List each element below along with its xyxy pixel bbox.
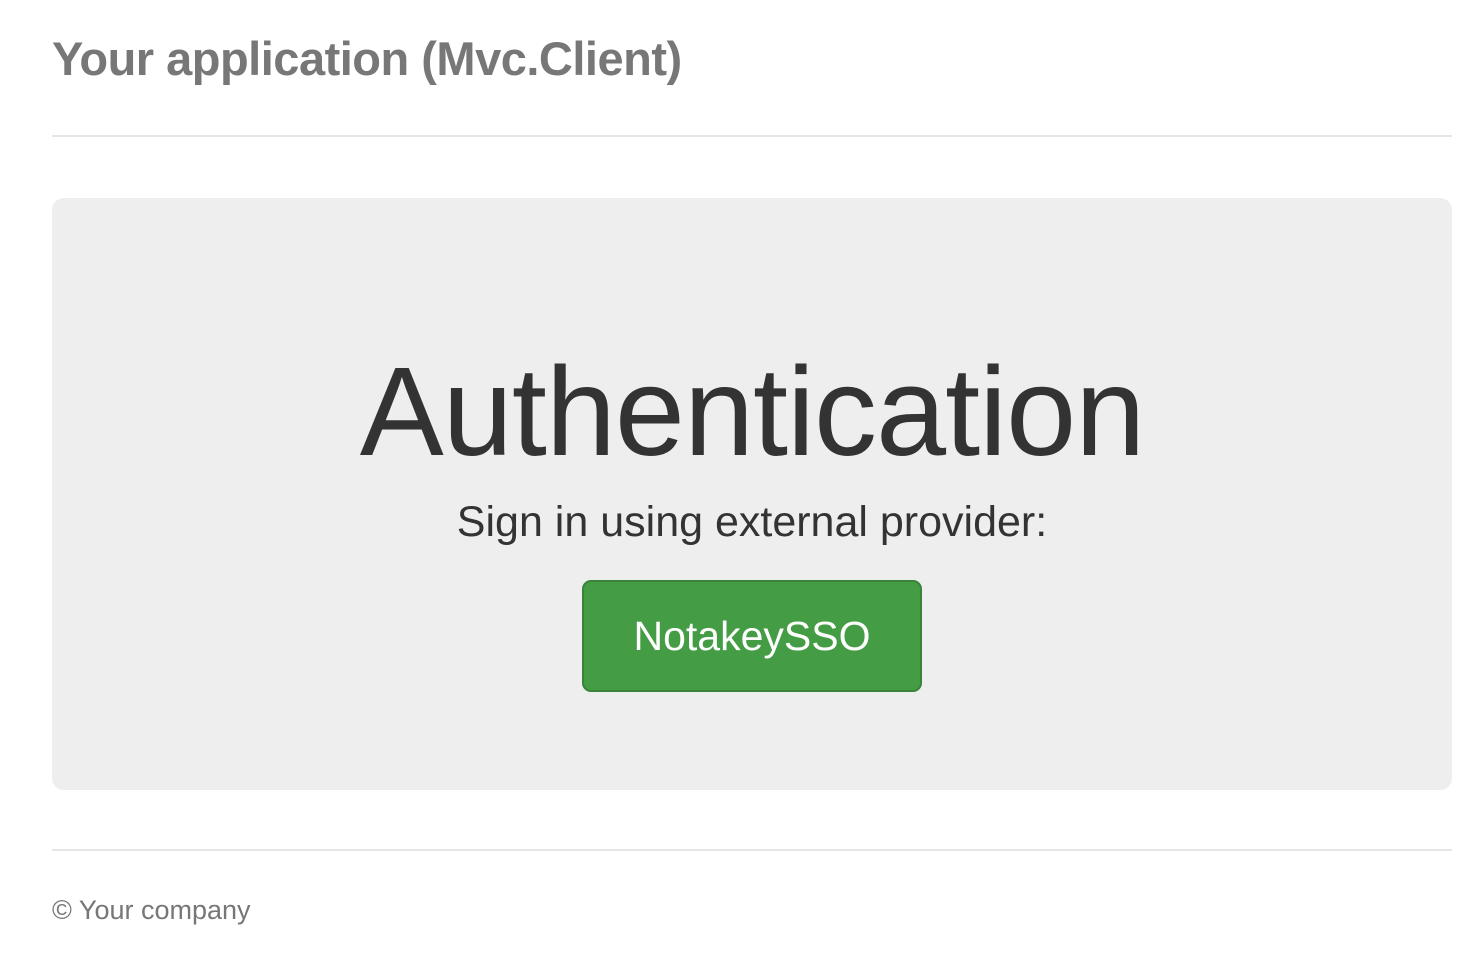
page: Your application (Mvc.Client) Authentica… [0, 0, 1482, 954]
authentication-panel: Authentication Sign in using external pr… [52, 198, 1452, 790]
notakeysso-login-button[interactable]: NotakeySSO [582, 580, 922, 692]
authentication-heading: Authentication [359, 341, 1146, 482]
sign-in-prompt: Sign in using external provider: [456, 498, 1048, 546]
copyright-text: © Your company [52, 895, 251, 925]
page-footer: © Your company [52, 890, 1452, 930]
app-title: Your application (Mvc.Client) [52, 32, 682, 85]
header-divider [52, 135, 1452, 137]
footer-divider [52, 849, 1452, 851]
page-header: Your application (Mvc.Client) [52, 28, 1452, 136]
